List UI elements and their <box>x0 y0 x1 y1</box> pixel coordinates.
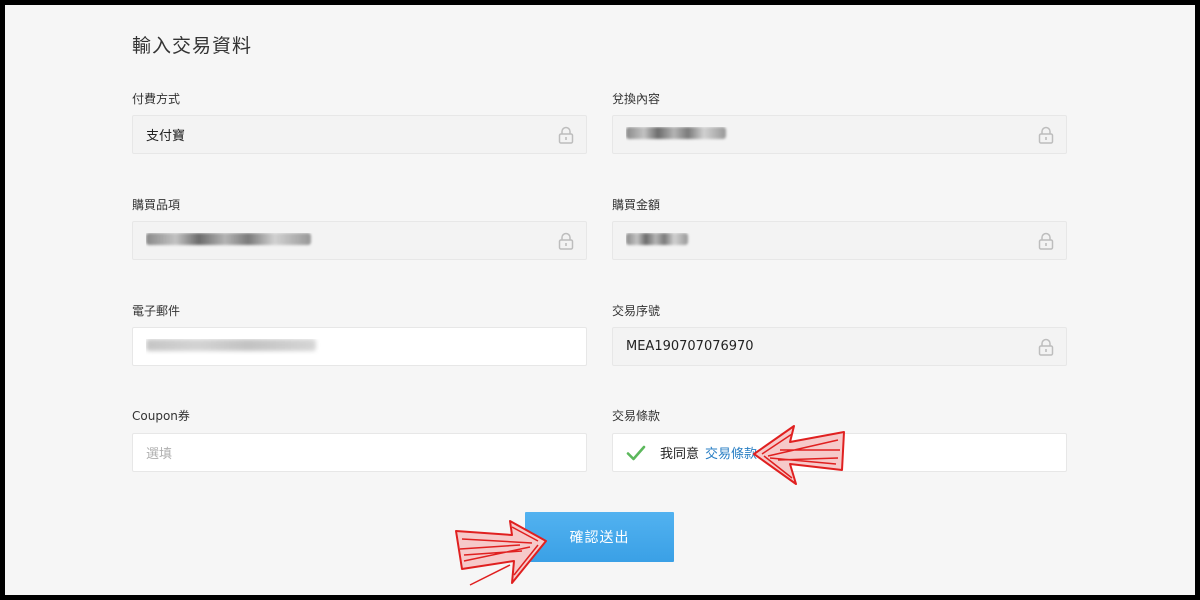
payment-method-field: 支付寶 <box>132 115 587 154</box>
redeem-content-value <box>626 126 726 139</box>
transaction-no-field: MEA190707076970 <box>612 327 1067 366</box>
lock-icon <box>558 232 574 250</box>
lock-icon <box>558 126 574 144</box>
payment-method-value: 支付寶 <box>146 129 186 144</box>
lock-icon <box>1038 232 1054 250</box>
purchase-amount-value <box>626 232 688 245</box>
purchase-item-label: 購買品項 <box>132 198 181 212</box>
coupon-input[interactable]: 選填 <box>132 433 587 472</box>
section-title: 輸入交易資料 <box>132 35 253 57</box>
check-icon[interactable] <box>626 445 646 461</box>
transaction-no-value: MEA190707076970 <box>626 339 754 354</box>
payment-method-label: 付費方式 <box>132 92 181 106</box>
terms-agree-text: 我同意 <box>660 447 700 462</box>
purchase-amount-field <box>612 221 1067 260</box>
transaction-no-label: 交易序號 <box>612 304 661 318</box>
submit-button[interactable]: 確認送出 <box>525 512 674 562</box>
email-label: 電子郵件 <box>132 304 181 318</box>
form-page: 輸入交易資料 付費方式 支付寶 兌換內容 購買品項 購買金額 電子郵件 交易序號… <box>5 5 1195 595</box>
email-field[interactable] <box>132 327 587 366</box>
lock-icon <box>1038 338 1054 356</box>
purchase-item-field <box>132 221 587 260</box>
terms-link[interactable]: 交易條款 <box>705 443 757 462</box>
coupon-label: Coupon券 <box>132 409 190 423</box>
lock-icon <box>1038 126 1054 144</box>
redeem-content-label: 兌換內容 <box>612 92 661 106</box>
coupon-placeholder: 選填 <box>146 447 173 462</box>
redeem-content-field <box>612 115 1067 154</box>
terms-label: 交易條款 <box>612 409 661 423</box>
purchase-item-value <box>146 232 311 245</box>
terms-field: 我同意 交易條款 <box>612 433 1067 472</box>
purchase-amount-label: 購買金額 <box>612 198 661 212</box>
email-value <box>146 338 316 351</box>
